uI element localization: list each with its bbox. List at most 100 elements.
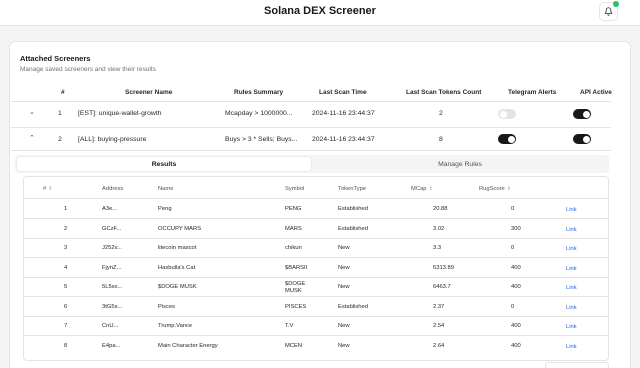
token-link[interactable]: Link bbox=[566, 344, 577, 350]
chevron-up-icon[interactable]: ⌃ bbox=[29, 134, 35, 142]
col-num[interactable]: # ⇕ bbox=[43, 186, 52, 192]
token-link[interactable]: Link bbox=[566, 305, 577, 311]
telegram-alerts-toggle[interactable] bbox=[498, 109, 516, 119]
cell-name: $DOGE MUSK bbox=[158, 284, 197, 290]
token-link[interactable]: Link bbox=[566, 285, 577, 291]
cell-rugscore: 400 bbox=[511, 342, 521, 349]
card-subtitle: Manage saved screeners and view their re… bbox=[20, 66, 156, 73]
cell-address: E4pa... bbox=[102, 342, 121, 349]
divider bbox=[24, 315, 608, 317]
cell-symbol: chikun bbox=[285, 245, 302, 251]
token-link[interactable]: Link bbox=[566, 227, 577, 233]
cell-mcap: 2.37 bbox=[433, 303, 445, 310]
cell-num: 2 bbox=[64, 225, 68, 232]
header-screener-name: Screener Name bbox=[125, 89, 173, 96]
cell-num: 6 bbox=[64, 303, 68, 310]
cell-tokentype: New bbox=[338, 323, 350, 329]
cell-address: 5L5sx... bbox=[102, 284, 123, 290]
header-api-active: API Active bbox=[580, 89, 612, 96]
divider bbox=[24, 198, 608, 199]
divider bbox=[11, 101, 611, 102]
chevron-down-icon[interactable]: ⌄ bbox=[29, 108, 35, 116]
screener-name: [EST]: unique-wallet-growth bbox=[78, 110, 162, 117]
col-tokentype: TokenType bbox=[338, 186, 367, 192]
tab-results[interactable]: Results bbox=[17, 157, 311, 171]
cell-rugscore: 0 bbox=[511, 245, 515, 251]
divider bbox=[24, 257, 608, 258]
divider bbox=[24, 276, 608, 278]
last-scan-time: 2024-11-16 23:44:37 bbox=[312, 110, 375, 117]
cell-symbol: MARS bbox=[285, 225, 302, 232]
token-link[interactable]: Link bbox=[566, 324, 577, 330]
cell-rugscore: 400 bbox=[511, 284, 521, 290]
cell-num: 5 bbox=[64, 284, 68, 290]
header-num: # bbox=[61, 89, 65, 96]
toggle-knob bbox=[499, 110, 507, 118]
cell-symbol: $DOGE MUSK bbox=[285, 281, 306, 294]
toggle-knob bbox=[582, 110, 590, 118]
cell-symbol: PISCES bbox=[285, 303, 307, 310]
tab-manage-rules[interactable]: Manage Rules bbox=[313, 157, 607, 171]
col-address: Address bbox=[102, 186, 124, 192]
pagination-control[interactable] bbox=[545, 362, 609, 368]
api-active-toggle[interactable] bbox=[573, 134, 591, 144]
cell-mcap: 3.3 bbox=[433, 245, 442, 251]
cell-address: CnU... bbox=[102, 323, 119, 329]
cell-symbol: MCEN bbox=[285, 342, 303, 349]
results-tabs: Results Manage Rules bbox=[15, 155, 609, 173]
sort-icon: ⇕ bbox=[428, 186, 433, 192]
token-link[interactable]: Link bbox=[566, 266, 577, 272]
divider bbox=[24, 296, 608, 297]
cell-address: FjynZ... bbox=[102, 264, 122, 271]
token-link[interactable]: Link bbox=[566, 246, 577, 252]
rules-summary: Buys > 3 * Sells; Buys... bbox=[225, 136, 298, 143]
cell-name: litecoin mascot bbox=[158, 245, 197, 251]
app-title: Solana DEX Screener bbox=[264, 5, 376, 17]
cell-name: Main Character Energy bbox=[158, 342, 218, 349]
header-rules-summary: Rules Summary bbox=[234, 89, 284, 96]
cell-tokentype: New bbox=[338, 245, 350, 251]
cell-name: Trump.Vance bbox=[158, 323, 193, 329]
cell-symbol: $BARSII bbox=[285, 264, 308, 271]
api-active-toggle[interactable] bbox=[573, 109, 591, 119]
cell-num: 3 bbox=[64, 245, 68, 251]
cell-address: A3e... bbox=[102, 206, 118, 212]
row-num: 1 bbox=[58, 110, 62, 117]
cell-num: 4 bbox=[64, 264, 68, 271]
cell-mcap: 6463.7 bbox=[433, 284, 451, 290]
screener-name: [ALL]: buying-pressure bbox=[78, 136, 147, 143]
telegram-alerts-toggle[interactable] bbox=[498, 134, 516, 144]
cell-mcap: 3.02 bbox=[433, 225, 445, 232]
col-rugscore-label: RugScore bbox=[479, 186, 505, 192]
sort-icon: ⇕ bbox=[506, 186, 511, 192]
top-bar: Solana DEX Screener bbox=[0, 0, 640, 26]
cell-num: 1 bbox=[64, 206, 68, 212]
cell-mcap: 2.54 bbox=[433, 323, 445, 329]
cell-num: 7 bbox=[64, 323, 68, 329]
toggle-knob bbox=[507, 135, 515, 143]
sort-icon: ⇕ bbox=[48, 186, 53, 192]
cell-symbol: PENG bbox=[285, 206, 302, 212]
col-name: Name bbox=[158, 186, 174, 192]
cell-rugscore: 0 bbox=[511, 206, 515, 212]
last-scan-count: 2 bbox=[439, 110, 443, 117]
cell-address: 3tG5s... bbox=[102, 303, 123, 310]
cell-name: Peng bbox=[158, 206, 172, 212]
cell-tokentype: Established bbox=[338, 303, 368, 310]
cell-rugscore: 400 bbox=[511, 264, 521, 271]
divider bbox=[11, 150, 611, 151]
header-last-scan-time: Last Scan Time bbox=[319, 89, 367, 96]
cell-tokentype: New bbox=[338, 342, 350, 349]
row-num: 2 bbox=[58, 136, 62, 143]
card-title: Attached Screeners bbox=[20, 54, 91, 63]
cell-mcap: 6313.89 bbox=[433, 264, 454, 271]
col-rugscore[interactable]: RugScore ⇕ bbox=[479, 186, 511, 192]
notification-dot bbox=[613, 1, 619, 7]
token-link[interactable]: Link bbox=[566, 207, 577, 213]
col-symbol: Symbol bbox=[285, 186, 305, 192]
last-scan-count: 8 bbox=[439, 136, 443, 143]
col-mcap[interactable]: MCap ⇕ bbox=[411, 186, 433, 192]
cell-name: Hasbulla's Cat bbox=[158, 264, 196, 271]
divider bbox=[11, 127, 611, 128]
cell-tokentype: New bbox=[338, 284, 350, 290]
